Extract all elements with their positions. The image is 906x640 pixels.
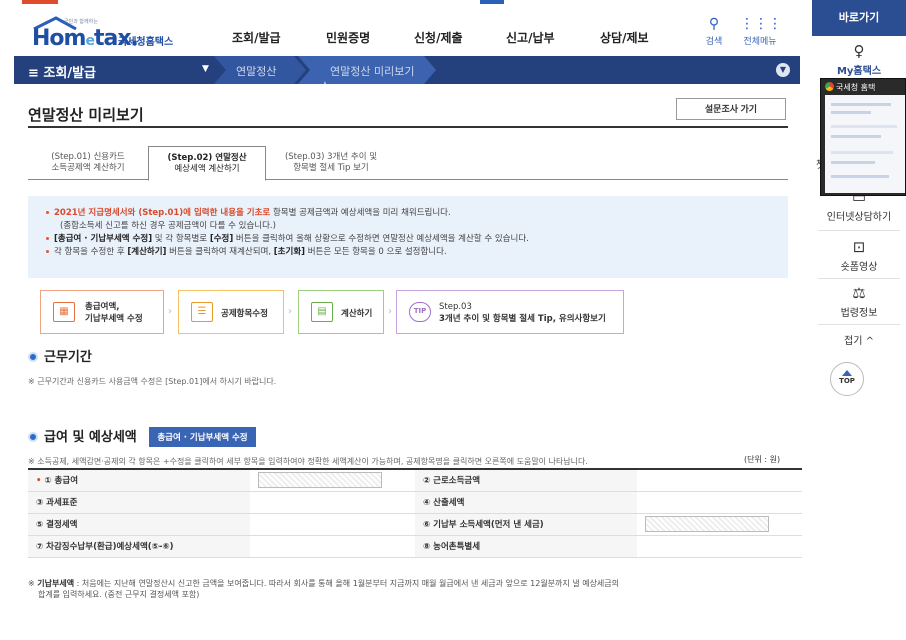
- label-refund-estimate: ⑦ 차감징수납부(환급)예상세액(⑤-⑥): [28, 535, 250, 558]
- title-divider: [28, 126, 788, 128]
- logo-korean: 국세청홈택스: [118, 37, 174, 48]
- chrome-icon: [825, 82, 834, 91]
- bullet-icon: [46, 250, 49, 253]
- hometax-logo[interactable]: 국민과 함께하는 Hometax. 국세청홈택스: [30, 16, 180, 51]
- tab-step1[interactable]: (Step.01) 신용카드 소득공제액 계산하기: [28, 146, 148, 180]
- value-computed-tax: [637, 491, 802, 514]
- tab-step2[interactable]: (Step.02) 연말정산 예상세액 계산하기: [148, 146, 266, 181]
- scroll-top-button[interactable]: TOP: [830, 362, 864, 396]
- gnb-certificate[interactable]: 민원증명: [326, 29, 370, 46]
- quick-shortform-video[interactable]: ⊡ 숏폼영상: [812, 238, 906, 273]
- divider: [818, 324, 900, 325]
- label-rural-tax: ⑧ 농어촌특별세: [415, 535, 637, 558]
- gnb-consult[interactable]: 상담/제보: [600, 29, 649, 46]
- quick-fold-button[interactable]: 접기 ^: [812, 332, 906, 347]
- label-total-salary: • ① 총급여: [28, 468, 250, 492]
- calendar-icon: ▦: [53, 302, 75, 322]
- section-bullet-icon: [28, 432, 38, 442]
- flow-step3-tips[interactable]: TIP Step.03 3개년 추이 및 항목별 절세 Tip, 유의사항보기: [396, 290, 624, 334]
- prepaid-footnote: ※ 기납부세액 : 처음에는 지난해 연말정산시 신고한 금액을 보여줍니다. …: [28, 579, 620, 599]
- bullet-icon: [46, 211, 49, 214]
- info-notice: 2021년 지급명세서와 (Step.01)에 입력한 내용을 기초로 항목별 …: [28, 196, 788, 278]
- label-computed-tax: ④ 산출세액: [415, 491, 637, 514]
- chevron-down-icon[interactable]: ▼: [202, 64, 209, 74]
- search-button[interactable]: ⚲ 검색: [694, 16, 734, 47]
- total-salary-field[interactable]: [258, 472, 382, 489]
- browser-tab-preview[interactable]: 국세청 홈택: [820, 78, 906, 196]
- preview-title: 국세청 홈택: [836, 83, 876, 92]
- value-rural-tax: [637, 535, 802, 558]
- quick-panel-title: 바로가기: [812, 0, 906, 36]
- value-prepaid-tax: [637, 513, 802, 536]
- edit-salary-button[interactable]: 총급여 · 기납부세액 수정: [149, 427, 256, 447]
- search-label: 검색: [705, 37, 723, 47]
- section-bullet-icon: [28, 352, 38, 362]
- tax-table: • ① 총급여 ② 근로소득금액 ③ 과세표준 ④ 산출세액 ⑤ 결정세액 ⑥ …: [28, 468, 802, 558]
- search-icon: ⚲: [708, 16, 720, 32]
- flow-calculate[interactable]: ▤ 계산하기: [298, 290, 384, 334]
- allmenu-button[interactable]: ⋮⋮⋮ 전체메뉴: [740, 16, 782, 47]
- label-tax-base: ③ 과세표준: [28, 491, 250, 514]
- breadcrumb-preview[interactable]: 연말정산 미리보기 ★: [298, 56, 436, 84]
- gnb-application[interactable]: 신청/제출: [414, 29, 463, 46]
- label-determined-tax: ⑤ 결정세액: [28, 513, 250, 536]
- quick-law-info[interactable]: ⚖ 법령정보: [812, 284, 906, 319]
- section-work-period: 근무기간: [28, 346, 92, 365]
- site-header: 국민과 함께하는 Hometax. 국세청홈택스 조회/발급 민원증명 신청/제…: [0, 10, 800, 54]
- flow-deduction-edit[interactable]: ☰ 공제항목수정: [178, 290, 284, 334]
- table-row: • ① 총급여 ② 근로소득금액: [28, 468, 802, 492]
- arrow-up-icon: [842, 370, 852, 376]
- unit-label: (단위 : 원): [744, 455, 781, 464]
- location-bar: ≡ 조회/발급 ▼ 연말정산 미리보기 ★ 연말정산 ▼: [14, 56, 800, 84]
- value-earned-income: [637, 468, 802, 492]
- bullet-icon: [46, 237, 49, 240]
- user-icon: ♀: [853, 42, 865, 60]
- chevron-right-icon: ›: [288, 306, 292, 317]
- step-tabs: (Step.01) 신용카드 소득공제액 계산하기 (Step.02) 연말정산 예…: [28, 146, 788, 181]
- calculator-icon: ▤: [311, 302, 333, 322]
- play-icon: ⊡: [852, 238, 866, 256]
- gnb-inquiry[interactable]: 조회/발급: [232, 29, 281, 46]
- divider: [818, 278, 900, 279]
- preview-thumbnail: [825, 95, 905, 193]
- survey-button[interactable]: 설문조사 가기: [676, 98, 786, 120]
- prepaid-tax-field[interactable]: [645, 516, 769, 532]
- allmenu-label: 전체메뉴: [743, 37, 777, 47]
- gnb-filing[interactable]: 신고/납부: [506, 29, 555, 46]
- tab-indicator: [480, 0, 504, 4]
- page-title: 연말정산 미리보기: [28, 106, 144, 124]
- quick-my-hometax[interactable]: ♀ My홈택스: [812, 42, 906, 77]
- gavel-icon: ⚖: [852, 284, 866, 302]
- chevron-right-icon: ›: [388, 306, 392, 317]
- label-prepaid-tax: ⑥ 기납부 소득세액(먼저 낸 세금): [415, 513, 637, 536]
- value-refund-estimate: [250, 535, 415, 558]
- form-icon: ☰: [191, 302, 213, 322]
- grid-icon: ⋮⋮⋮: [740, 16, 782, 32]
- value-determined-tax: [250, 513, 415, 536]
- tip-icon: TIP: [409, 302, 431, 322]
- table-row: ⑦ 차감징수납부(환급)예상세액(⑤-⑥) ⑧ 농어촌특별세: [28, 535, 802, 558]
- breadcrumb-yearend[interactable]: 연말정산: [214, 56, 306, 84]
- logo-tagline: 국민과 함께하는: [64, 19, 98, 25]
- section-salary-tax: 급여 및 예상세액 총급여 · 기납부세액 수정: [28, 426, 256, 447]
- divider: [818, 230, 900, 231]
- salary-note: ※ 소득공제, 세액감면·공제의 각 항목은 +수정을 클릭하여 세부 항목을 …: [28, 457, 588, 466]
- value-total-salary: [250, 468, 415, 492]
- table-row: ③ 과세표준 ④ 산출세액: [28, 491, 802, 514]
- tab-indicator: [22, 0, 58, 4]
- value-tax-base: [250, 491, 415, 514]
- menu-dropdown[interactable]: ≡ 조회/발급: [28, 62, 96, 81]
- flow-salary-edit[interactable]: ▦ 총급여액, 기납부세액 수정: [40, 290, 164, 334]
- tab-step3[interactable]: (Step.03) 3개년 추이 및 항목별 절세 Tip 보기: [268, 146, 394, 180]
- chevron-down-icon[interactable]: ▼: [776, 63, 790, 77]
- top-stripe: [0, 0, 800, 10]
- label-earned-income: ② 근로소득금액: [415, 468, 637, 492]
- table-row: ⑤ 결정세액 ⑥ 기납부 소득세액(먼저 낸 세금): [28, 513, 802, 536]
- chevron-right-icon: ›: [168, 306, 172, 317]
- work-period-note: ※ 근무기간과 신용카드 사용금액 수정은 [Step.01]에서 하시기 바랍…: [28, 377, 277, 386]
